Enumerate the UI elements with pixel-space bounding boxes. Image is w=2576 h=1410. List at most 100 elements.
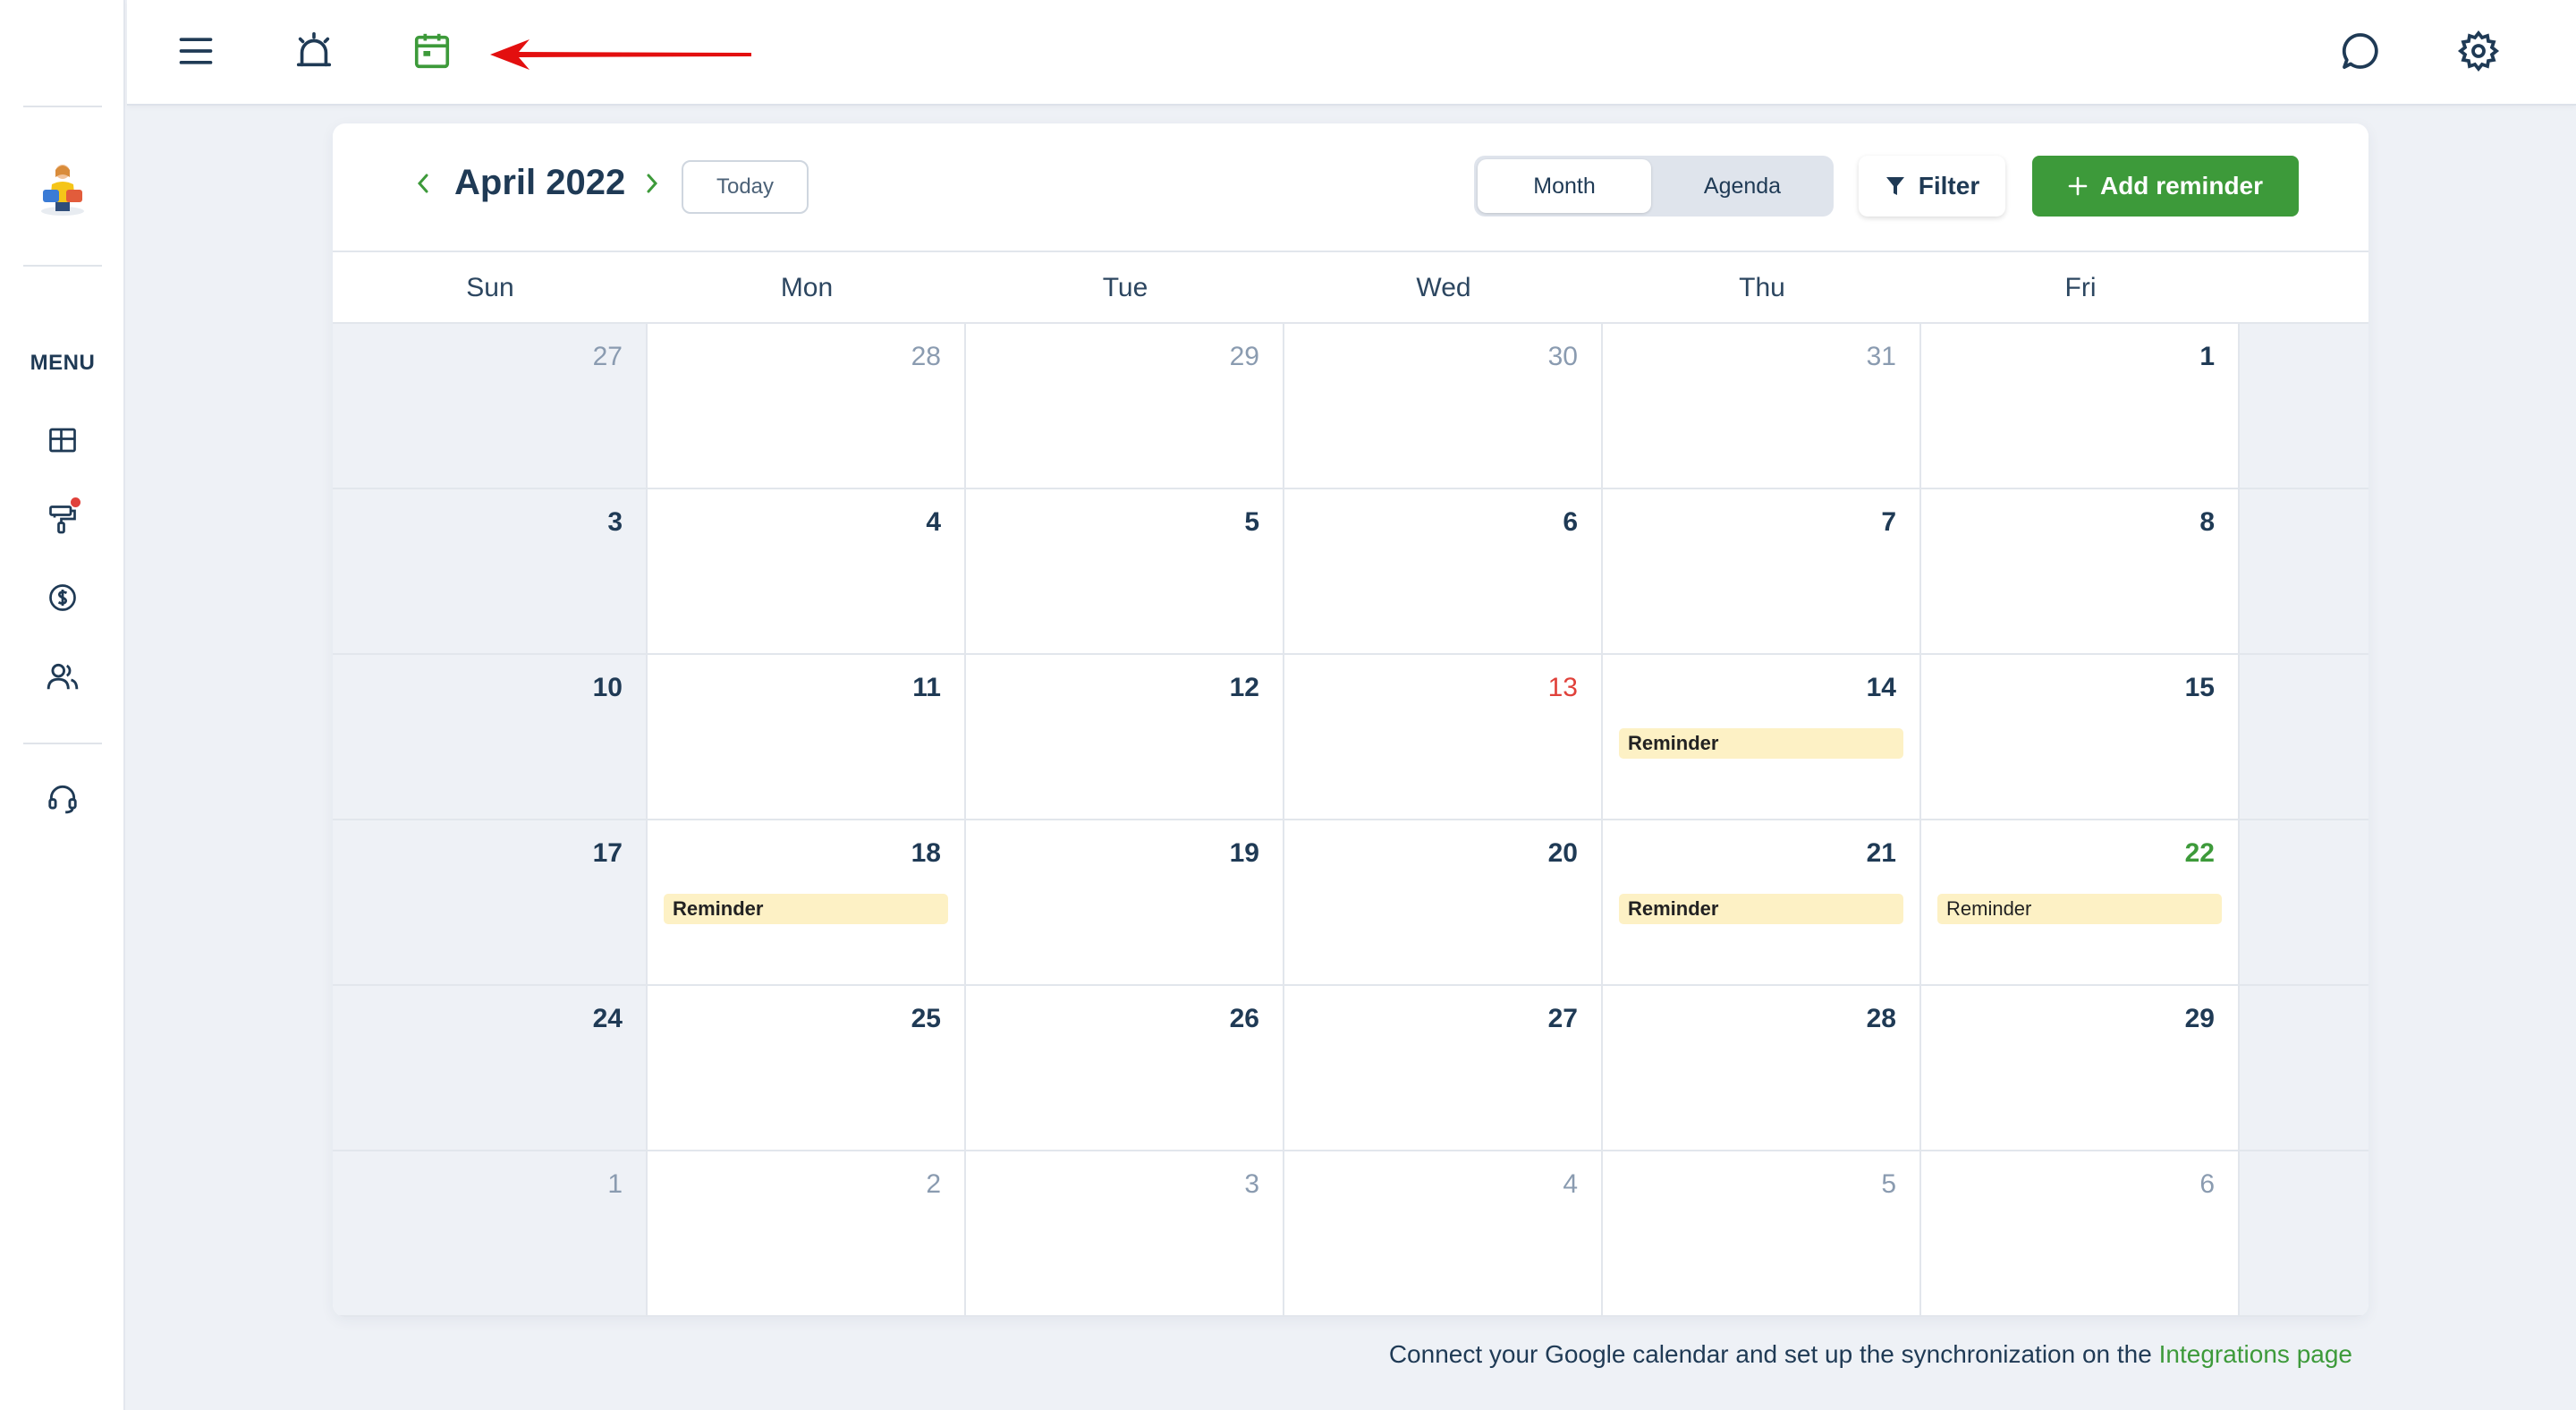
calendar-toolbar: April 2022 Today Month Agenda Filter Add… <box>333 123 2368 252</box>
day-number: 17 <box>592 838 623 868</box>
day-cell[interactable]: 14 Reminder <box>1603 655 1921 820</box>
day-cell[interactable]: 7 <box>2240 1151 2368 1317</box>
day-cell[interactable]: 4 <box>648 489 966 655</box>
reminder-event[interactable]: Reminder <box>1619 894 1903 924</box>
day-cell[interactable]: 26 <box>966 986 1284 1151</box>
avatar[interactable] <box>36 159 89 220</box>
day-cell[interactable]: 2 <box>648 1151 966 1317</box>
day-cell[interactable]: 24 <box>333 986 648 1151</box>
day-cell[interactable]: 27 <box>1284 986 1603 1151</box>
day-cell[interactable]: 6 <box>1921 1151 2240 1317</box>
day-number: 4 <box>1563 1169 1578 1199</box>
next-month-button[interactable] <box>637 168 667 199</box>
day-cell[interactable]: 30 <box>2240 986 2368 1151</box>
day-number: 6 <box>2199 1169 2215 1199</box>
day-cell[interactable]: 31 <box>1603 324 1921 489</box>
day-cell[interactable]: 18 Reminder <box>648 820 966 986</box>
day-cell[interactable]: 16 <box>2240 655 2368 820</box>
day-cell[interactable]: 21 Reminder <box>1603 820 1921 986</box>
view-agenda-button[interactable]: Agenda <box>1655 159 1830 213</box>
integrations-link[interactable]: Integrations page <box>2159 1340 2352 1368</box>
dashboard-icon[interactable] <box>43 420 82 460</box>
day-cell[interactable]: 10 <box>333 655 648 820</box>
sidebar-divider <box>23 265 102 267</box>
alarm-icon[interactable] <box>290 27 338 75</box>
weekday-tue: Tue <box>1102 273 1148 302</box>
add-reminder-label: Add reminder <box>2099 172 2264 200</box>
day-number: 15 <box>2184 673 2215 702</box>
day-cell[interactable]: 23 <box>2240 820 2368 986</box>
day-number: 29 <box>2184 1004 2215 1033</box>
notification-dot <box>71 497 80 507</box>
users-icon[interactable] <box>43 657 82 696</box>
day-number: 28 <box>1866 1004 1896 1033</box>
day-number: 3 <box>1244 1169 1259 1199</box>
day-cell[interactable]: 6 <box>1284 489 1603 655</box>
day-cell[interactable]: 25 <box>648 986 966 1151</box>
day-cell[interactable]: 11 <box>648 655 966 820</box>
weekday-fri: Fri <box>2064 273 2097 302</box>
reminder-event[interactable]: Reminder <box>1937 894 2222 924</box>
reminder-event[interactable]: Reminder <box>1619 728 1903 759</box>
day-cell[interactable]: 7 <box>1603 489 1921 655</box>
day-number: 26 <box>1229 1004 1259 1033</box>
day-number: 11 <box>912 673 941 702</box>
day-cell[interactable]: 15 <box>1921 655 2240 820</box>
add-reminder-button[interactable]: Add reminder <box>2032 156 2299 217</box>
day-cell[interactable]: 22 Reminder <box>1921 820 2240 986</box>
red-arrow-annotation <box>487 34 755 75</box>
chat-icon[interactable] <box>2336 27 2385 75</box>
day-cell[interactable]: 20 <box>1284 820 1603 986</box>
day-number: 10 <box>592 673 623 702</box>
weekday-mon: Mon <box>780 273 834 302</box>
day-cell[interactable]: 3 <box>333 489 648 655</box>
dollar-icon[interactable] <box>43 578 82 617</box>
view-month-button[interactable]: Month <box>1478 159 1651 213</box>
google-sync-text: Connect your Google calendar and set up … <box>1388 1340 2159 1368</box>
day-number: 27 <box>1547 1004 1578 1033</box>
paint-roller-icon[interactable] <box>43 497 82 539</box>
day-number: 28 <box>911 342 941 371</box>
day-cell[interactable]: 30 <box>1284 324 1603 489</box>
day-cell[interactable]: 29 <box>1921 986 2240 1151</box>
day-cell[interactable]: 2 <box>2240 324 2368 489</box>
day-cell[interactable]: 4 <box>1284 1151 1603 1317</box>
day-number: 19 <box>1229 838 1259 868</box>
day-cell[interactable]: 5 <box>1603 1151 1921 1317</box>
gear-icon[interactable] <box>2454 27 2503 75</box>
day-number: 1 <box>607 1169 623 1199</box>
day-number: 5 <box>1244 507 1259 537</box>
day-number: 20 <box>1547 838 1578 868</box>
day-cell[interactable]: 8 <box>1921 489 2240 655</box>
day-cell[interactable]: 13 <box>1284 655 1603 820</box>
filter-label: Filter <box>1918 172 1980 200</box>
day-number: 5 <box>1881 1169 1896 1199</box>
previous-month-button[interactable] <box>408 168 438 199</box>
day-cell[interactable]: 19 <box>966 820 1284 986</box>
month-grid: 27282930311234567891011121314Reminder151… <box>333 324 2368 1317</box>
filter-button[interactable]: Filter <box>1859 156 2005 217</box>
day-cell[interactable]: 9 <box>2240 489 2368 655</box>
day-cell[interactable]: 28 <box>648 324 966 489</box>
day-cell[interactable]: 5 <box>966 489 1284 655</box>
day-cell[interactable]: 29 <box>966 324 1284 489</box>
day-cell[interactable]: 17 <box>333 820 648 986</box>
day-cell[interactable]: 12 <box>966 655 1284 820</box>
view-toggle: Month Agenda <box>1474 156 1834 217</box>
sidebar: MENU <box>0 0 125 1410</box>
calendar-icon[interactable] <box>408 27 456 75</box>
day-number: 22 <box>2184 838 2215 868</box>
reminder-event[interactable]: Reminder <box>664 894 948 924</box>
day-cell[interactable]: 1 <box>333 1151 648 1317</box>
headset-icon[interactable] <box>43 778 82 818</box>
month-title: April 2022 <box>454 163 626 202</box>
calendar-card: April 2022 Today Month Agenda Filter Add… <box>333 123 2368 1317</box>
weekday-wed: Wed <box>1416 273 1471 302</box>
hamburger-menu-icon[interactable] <box>172 27 220 75</box>
today-button[interactable]: Today <box>682 160 809 214</box>
day-cell[interactable]: 27 <box>333 324 648 489</box>
day-cell[interactable]: 28 <box>1603 986 1921 1151</box>
weekday-header: Sun Mon Tue Wed Thu Fri Sat <box>333 252 2368 324</box>
day-cell[interactable]: 3 <box>966 1151 1284 1317</box>
day-cell[interactable]: 1 <box>1921 324 2240 489</box>
